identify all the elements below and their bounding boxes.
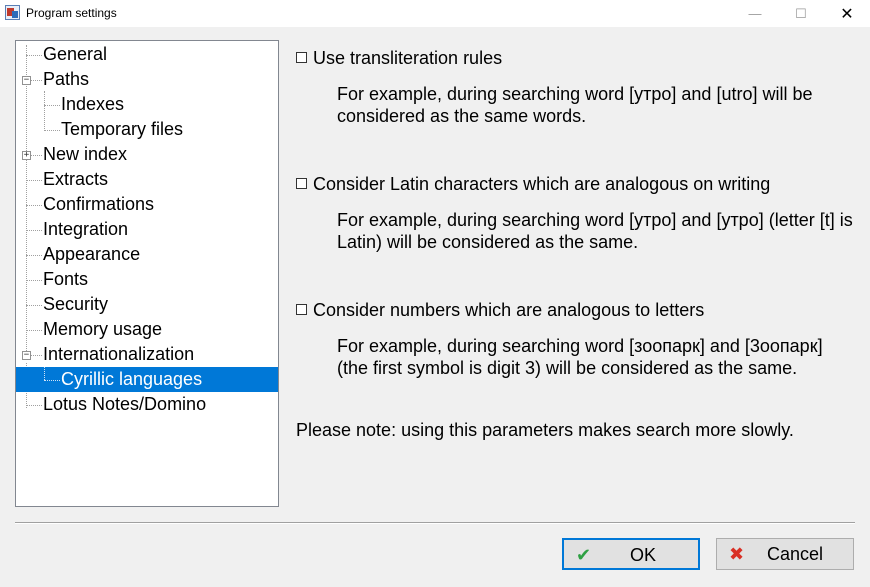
tree-item-label: Indexes (61, 94, 125, 114)
maximize-button[interactable]: ☐ (778, 0, 824, 27)
divider (15, 522, 855, 524)
numbers-analog-label[interactable]: Consider numbers which are analogous to … (313, 300, 704, 321)
latin-analog-checkbox[interactable] (296, 178, 307, 189)
tree-item-label: Memory usage (43, 319, 163, 339)
cancel-button[interactable]: ✖ Cancel (716, 538, 854, 570)
tree-item-label: Security (43, 294, 109, 314)
collapse-icon[interactable]: − (22, 351, 31, 360)
transliteration-description: For example, during searching word [утро… (337, 84, 813, 126)
tree-line (26, 45, 27, 355)
tree-item-label: Internationalization (43, 344, 195, 364)
tree-item-label: Confirmations (43, 194, 155, 214)
tree-item-label: Integration (43, 219, 129, 239)
tree-item-label: Fonts (43, 269, 89, 289)
tree-item-cyrillic-languages[interactable]: Cyrillic languages (16, 367, 278, 392)
latin-analog-label[interactable]: Consider Latin characters which are anal… (313, 174, 770, 195)
numbers-analog-checkbox[interactable] (296, 304, 307, 315)
cancel-button-label: Cancel (767, 544, 824, 564)
tree-item-label: Temporary files (61, 119, 184, 139)
tree-item-label: Lotus Notes/Domino (43, 394, 207, 414)
title-bar: Program settings — ☐ ✕ (0, 0, 870, 27)
checkmark-icon: ✔ (576, 545, 592, 565)
transliteration-label[interactable]: Use transliteration rules (313, 48, 502, 69)
tree-item-label: New index (43, 144, 128, 164)
settings-tree[interactable]: General − Paths Indexes Temporary files … (15, 40, 279, 507)
collapse-icon[interactable]: − (22, 76, 31, 85)
tree-item-label: Appearance (43, 244, 141, 264)
tree-item-label: General (43, 44, 108, 64)
transliteration-checkbox[interactable] (296, 52, 307, 63)
tree-line (44, 91, 45, 131)
expand-icon[interactable]: + (22, 151, 31, 160)
window-title: Program settings (26, 6, 117, 20)
tree-item-label: Extracts (43, 169, 109, 189)
minimize-button[interactable]: — (732, 0, 778, 27)
minimize-icon: — (748, 6, 762, 21)
app-icon (5, 5, 20, 20)
ok-button-label: OK (630, 545, 657, 565)
close-icon: ✕ (840, 5, 854, 23)
tree-item-label: Paths (43, 69, 90, 89)
performance-note: Please note: using this parameters makes… (296, 420, 794, 440)
maximize-icon: ☐ (795, 5, 807, 21)
close-button[interactable]: ✕ (824, 0, 870, 27)
ok-button[interactable]: ✔ OK (562, 538, 700, 570)
tree-item-label: Cyrillic languages (61, 367, 203, 392)
latin-analog-description: For example, during searching word [утро… (337, 210, 853, 252)
cancel-icon: ✖ (729, 544, 745, 564)
numbers-analog-description: For example, during searching word [зооп… (337, 336, 823, 378)
